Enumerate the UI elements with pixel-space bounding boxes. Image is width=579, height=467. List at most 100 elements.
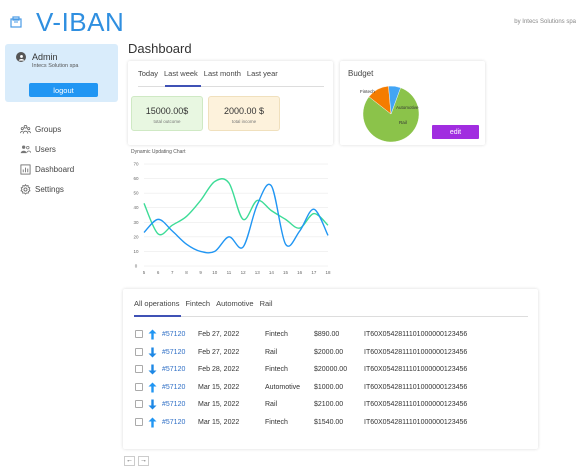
operation-category: Rail xyxy=(265,348,278,356)
operation-iban: IT60X0542811101000000123456 xyxy=(364,348,468,356)
total-income-value: 2000.00 $ xyxy=(223,106,265,116)
y-tick-label: 10 xyxy=(133,249,139,254)
operation-amount: $2000.00 xyxy=(314,348,344,356)
budget-card: Budget Fintech Automotive Rail edit xyxy=(340,61,485,145)
byline: by Intecs Solutions spa xyxy=(514,19,576,25)
brand-name: V-IBAN xyxy=(36,7,125,37)
sidebar-item-dashboard[interactable]: Dashboard xyxy=(20,159,74,179)
operation-date: Feb 27, 2022 xyxy=(198,348,240,356)
x-tick-label: 17 xyxy=(311,270,317,275)
operation-iban: IT60X0542811101000000123456 xyxy=(364,366,468,373)
x-tick-label: 18 xyxy=(325,270,331,275)
total-outcome-card: 15000.00$ total outcome xyxy=(131,96,203,131)
sidebar-item-settings[interactable]: Settings xyxy=(20,179,74,199)
x-tick-label: 13 xyxy=(255,270,261,275)
operation-iban: IT60X0542811101000000123456 xyxy=(364,331,468,338)
brand: V-IBAN xyxy=(10,7,124,37)
sidebar-item-label: Groups xyxy=(35,124,62,134)
row-checkbox[interactable] xyxy=(135,382,143,391)
period-tabs: Today Last week Last month Last year xyxy=(138,69,278,78)
operation-id-link[interactable]: #57120 xyxy=(162,366,185,373)
row-checkbox[interactable] xyxy=(135,330,143,338)
operation-id-link[interactable]: #57120 xyxy=(162,384,185,391)
x-tick-label: 14 xyxy=(269,270,275,275)
arrow-up-icon xyxy=(148,382,157,392)
operation-date: Mar 15, 2022 xyxy=(198,383,240,391)
operation-amount: $20000.00 xyxy=(314,366,348,373)
y-tick-label: 20 xyxy=(133,234,139,239)
operation-category: Rail xyxy=(265,401,278,408)
y-tick-label: 60 xyxy=(133,176,139,181)
total-outcome-value: 15000.00$ xyxy=(145,106,189,116)
tab-last-week[interactable]: Last week xyxy=(164,69,198,78)
y-tick-label: 50 xyxy=(133,191,139,196)
sidebar-item-users[interactable]: Users xyxy=(20,139,74,159)
logout-button[interactable]: logout xyxy=(29,83,98,97)
pager: ← → xyxy=(124,456,149,466)
row-checkbox[interactable] xyxy=(135,417,143,426)
arrow-up-icon xyxy=(148,417,157,427)
x-tick-label: 15 xyxy=(283,270,289,275)
active-tab-indicator xyxy=(165,85,201,87)
x-tick-label: 9 xyxy=(199,270,202,275)
avatar xyxy=(16,52,26,62)
arrow-down-icon xyxy=(148,399,157,410)
page-title: Dashboard xyxy=(128,41,192,56)
operation-amount: $2100.00 xyxy=(314,401,344,408)
tab-fintech[interactable]: Fintech xyxy=(185,299,210,308)
tab-last-year[interactable]: Last year xyxy=(247,69,278,78)
gear-icon xyxy=(20,183,31,195)
operation-date: Feb 27, 2022 xyxy=(198,331,240,338)
row-checkbox[interactable] xyxy=(135,365,143,373)
dashboard-icon xyxy=(20,164,31,174)
arrow-down-icon xyxy=(148,364,157,375)
groups-icon xyxy=(20,124,31,134)
operation-date: Mar 15, 2022 xyxy=(198,418,240,426)
operation-id-link[interactable]: #57120 xyxy=(162,401,185,408)
operation-category: Automotive xyxy=(265,383,301,391)
operation-row: #57120 Feb 27, 2022 Fintech $890.00 IT60X054… xyxy=(135,327,525,344)
total-income-card: 2000.00 $ total income xyxy=(208,96,280,131)
users-icon xyxy=(20,145,31,153)
row-checkbox[interactable] xyxy=(135,347,143,356)
operation-iban: IT60X0542811101000000123456 xyxy=(364,401,468,408)
x-tick-label: 16 xyxy=(297,270,303,275)
sidebar-item-label: Settings xyxy=(35,184,64,194)
operation-id-link[interactable]: #57120 xyxy=(162,419,185,426)
arrow-up-icon xyxy=(148,329,157,340)
operation-iban: IT60X0542811101000000123456 xyxy=(364,418,468,426)
sidebar-nav: Groups Users Dashboard Settings xyxy=(20,119,74,199)
operation-date: Feb 28, 2022 xyxy=(198,366,240,373)
operation-row: #57120 Mar 15, 2022 Fintech $1540.00 IT60X05… xyxy=(135,415,525,432)
sidebar-item-label: Dashboard xyxy=(35,164,75,174)
tab-automotive[interactable]: Automotive xyxy=(216,299,254,308)
operation-category: Fintech xyxy=(265,418,288,426)
edit-budget-button[interactable]: edit xyxy=(432,125,479,139)
tab-all-operations[interactable]: All operations xyxy=(134,299,179,308)
x-tick-label: 6 xyxy=(157,270,160,275)
active-operations-tab-indicator xyxy=(134,315,181,317)
next-page-button[interactable]: → xyxy=(138,456,149,466)
previous-page-button[interactable]: ← xyxy=(124,456,135,466)
tab-rail[interactable]: Rail xyxy=(260,299,273,308)
user-card: Admin Intecs Solution spa logout xyxy=(5,44,118,102)
y-tick-label: 0 xyxy=(135,264,138,269)
tab-last-month[interactable]: Last month xyxy=(204,69,241,78)
tab-today[interactable]: Today xyxy=(138,69,158,78)
operation-id-link[interactable]: #57120 xyxy=(162,349,185,356)
chart-title: Dynamic Updating Chart xyxy=(131,149,186,155)
total-outcome-label: total outcome xyxy=(153,119,181,124)
x-tick-label: 7 xyxy=(171,270,174,275)
operation-id-link[interactable]: #57120 xyxy=(162,331,185,338)
y-tick-label: 40 xyxy=(133,205,139,210)
operation-row: #57120 Mar 15, 2022 Automotive $1000.00 IT60… xyxy=(135,380,525,397)
sidebar-item-groups[interactable]: Groups xyxy=(20,119,74,139)
operation-category: Fintech xyxy=(265,366,288,373)
dynamic-line-chart: 0 10 20 30 40 50 60 70 5 6 7 8 9 10 11 12 13 14 15 16 17 18 xyxy=(133,162,331,276)
series-line-1 xyxy=(143,178,329,236)
budget-title: Budget xyxy=(348,69,374,78)
logo-icon xyxy=(10,16,22,28)
row-checkbox[interactable] xyxy=(135,400,143,408)
pie-label-automotive: Automotive xyxy=(396,105,419,110)
x-tick-label: 12 xyxy=(241,270,247,275)
